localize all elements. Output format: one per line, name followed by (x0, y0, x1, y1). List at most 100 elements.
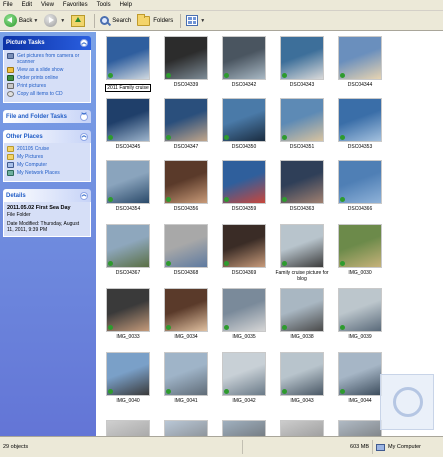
collapse-icon[interactable]: ︽ (80, 39, 88, 47)
up-folder-button[interactable] (69, 13, 89, 29)
photo-thumbnail[interactable]: IMG_0040 (98, 352, 158, 404)
photo-thumbnail[interactable] (156, 420, 216, 436)
photo-thumbnail[interactable]: IMG_0030 (330, 224, 390, 276)
photo-thumbnail[interactable] (214, 420, 274, 436)
menu-view[interactable]: View (41, 0, 54, 11)
photo-thumbnail[interactable]: IMG_0034 (156, 288, 216, 340)
collapse-icon[interactable]: ︽ (80, 191, 88, 200)
thumbnail-image[interactable] (280, 288, 324, 332)
thumbnail-image[interactable] (164, 36, 208, 80)
back-dropdown-icon[interactable]: ▼ (33, 18, 38, 24)
thumbnail-image[interactable] (164, 352, 208, 396)
menu-edit[interactable]: Edit (22, 0, 32, 11)
thumbnail-image[interactable] (222, 420, 266, 436)
forward-dropdown-icon[interactable]: ▼ (60, 18, 65, 24)
thumbnail-image[interactable] (106, 420, 150, 436)
thumbnail-image[interactable] (222, 288, 266, 332)
photo-thumbnail[interactable]: IMG_0039 (330, 288, 390, 340)
thumbnail-image[interactable] (222, 224, 266, 268)
photo-thumbnail[interactable]: IMG_0038 (272, 288, 332, 340)
photo-thumbnail[interactable]: DSC04353 (330, 98, 390, 150)
photo-thumbnail[interactable]: DSC04345 (98, 98, 158, 150)
photo-thumbnail[interactable]: DSC04366 (330, 160, 390, 212)
thumbnail-image[interactable] (106, 98, 150, 142)
views-dropdown-icon[interactable]: ▼ (200, 18, 205, 24)
task-copy-to-cd[interactable]: Copy all items to CD (7, 91, 87, 97)
thumbnail-image[interactable] (106, 352, 150, 396)
task-slide-show[interactable]: View as a slide show (7, 67, 87, 73)
photo-thumbnail[interactable]: DSC04350 (214, 98, 274, 150)
photo-thumbnail[interactable]: DSC04343 (272, 36, 332, 88)
thumbnail-image[interactable] (164, 288, 208, 332)
photo-thumbnail[interactable]: IMG_0043 (272, 352, 332, 404)
menu-favorites[interactable]: Favorites (63, 0, 88, 11)
thumbnail-image[interactable] (222, 352, 266, 396)
place-my-network-places[interactable]: My Network Places (7, 170, 87, 176)
thumbnail-image[interactable] (106, 36, 150, 80)
photo-thumbnail[interactable]: IMG_0035 (214, 288, 274, 340)
back-button[interactable]: Back ▼ (2, 13, 40, 29)
photo-thumbnail[interactable]: IMG_0042 (214, 352, 274, 404)
menu-file[interactable]: File (3, 0, 13, 11)
thumbnail-image[interactable] (338, 352, 382, 396)
task-order-prints[interactable]: Order prints online (7, 75, 87, 81)
thumbnail-image[interactable] (164, 98, 208, 142)
photo-thumbnail[interactable]: DSC04363 (272, 160, 332, 212)
thumbnail-image[interactable] (338, 98, 382, 142)
thumbnail-image[interactable] (338, 288, 382, 332)
thumbnail-image[interactable] (106, 224, 150, 268)
collapse-icon[interactable]: ︽ (80, 132, 88, 141)
photo-thumbnail[interactable]: DSC04351 (272, 98, 332, 150)
thumbnail-image[interactable] (280, 160, 324, 204)
photo-thumbnail[interactable]: DSC04342 (214, 36, 274, 88)
menu-help[interactable]: Help (120, 0, 132, 11)
thumbnail-image[interactable] (222, 160, 266, 204)
thumbnail-image[interactable] (338, 160, 382, 204)
photo-thumbnail[interactable]: DSC04339 (156, 36, 216, 88)
thumbnail-image[interactable] (106, 288, 150, 332)
photo-thumbnail[interactable]: IMG_0033 (98, 288, 158, 340)
forward-button[interactable]: ▼ (42, 13, 67, 29)
photo-thumbnail[interactable] (272, 420, 332, 436)
photo-thumbnail[interactable]: DSC04367 (98, 224, 158, 276)
place-201105-cruise[interactable]: 201105 Cruise (7, 146, 87, 152)
thumbnail-image[interactable] (164, 160, 208, 204)
search-button[interactable]: Search (98, 13, 133, 29)
photo-thumbnail[interactable] (98, 420, 158, 436)
thumbnail-image[interactable] (164, 420, 208, 436)
thumbnail-image[interactable] (338, 36, 382, 80)
folders-button[interactable]: Folders (135, 13, 175, 29)
photo-thumbnail[interactable]: DSC04356 (156, 160, 216, 212)
photo-thumbnail[interactable]: DSC04359 (214, 160, 274, 212)
photo-thumbnail[interactable]: DSC04369 (214, 224, 274, 276)
thumbnail-image[interactable] (164, 224, 208, 268)
other-places-header[interactable]: Other Places ︽ (3, 130, 91, 143)
photo-thumbnail[interactable]: DSC04354 (98, 160, 158, 212)
thumbnail-image[interactable] (338, 224, 382, 268)
photo-thumbnail[interactable]: DSC04344 (330, 36, 390, 88)
details-header[interactable]: Details ︽ (3, 189, 91, 202)
photo-thumbnail[interactable]: IMG_0041 (156, 352, 216, 404)
thumbnail-image[interactable] (280, 224, 324, 268)
task-get-pictures[interactable]: Get pictures from camera or scanner (7, 53, 87, 65)
place-my-pictures[interactable]: My Pictures (7, 154, 87, 160)
picture-tasks-header[interactable]: Picture Tasks ︽ (3, 36, 91, 50)
thumbnail-image[interactable] (280, 352, 324, 396)
views-button[interactable]: ▼ (184, 13, 207, 29)
photo-thumbnail[interactable]: DSC04347 (156, 98, 216, 150)
place-my-computer[interactable]: My Computer (7, 162, 87, 168)
expand-icon[interactable]: ︾ (80, 112, 88, 121)
thumbnail-image[interactable] (280, 420, 324, 436)
thumbnail-image[interactable] (106, 160, 150, 204)
thumbnail-image[interactable] (338, 420, 382, 436)
file-folder-tasks-header[interactable]: File and Folder Tasks ︾ (3, 110, 91, 123)
thumbnail-image[interactable] (280, 36, 324, 80)
menu-tools[interactable]: Tools (97, 0, 111, 11)
thumbnail-image[interactable] (280, 98, 324, 142)
photo-thumbnail[interactable]: DSC04368 (156, 224, 216, 276)
thumbnail-image[interactable] (222, 98, 266, 142)
photo-thumbnail[interactable]: Family cruise picture for blog (272, 224, 332, 282)
photo-thumbnail[interactable]: 2011 Family cruise (98, 36, 158, 92)
thumbnail-image[interactable] (222, 36, 266, 80)
task-print-pictures[interactable]: Print pictures (7, 83, 87, 89)
